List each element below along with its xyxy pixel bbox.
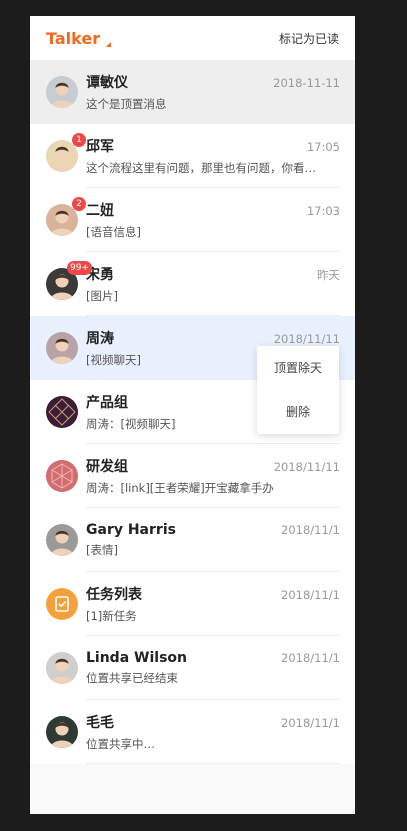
- contact-name: 谭敏仪: [86, 75, 128, 91]
- message-snippet: [语音信息]: [86, 225, 141, 239]
- avatar: [46, 652, 78, 684]
- message-time: 2018/11/11: [273, 332, 340, 346]
- conversation-header-row: 周涛 2018/11/11: [86, 328, 340, 348]
- unread-badge: 2: [72, 197, 86, 211]
- message-snippet: 周涛：[link][王者荣耀]开宝藏拿手办: [86, 481, 274, 495]
- contact-name: 周涛: [86, 331, 114, 347]
- caret-icon: [106, 41, 112, 47]
- conversation-header-row: 邱军 17:05: [86, 136, 340, 156]
- brand-title: Talker: [46, 28, 101, 48]
- conversation-header-row: Gary Harris 2018/11/1: [86, 522, 340, 538]
- conversation-body: Linda Wilson 2018/11/1 位置共享已经结束: [86, 650, 340, 686]
- message-time: 2018/11/1: [281, 588, 340, 602]
- conversation-body: 宋勇 昨天 [图片]: [86, 264, 340, 304]
- contact-name: 邱军: [86, 139, 114, 155]
- message-snippet: 位置共享已经结束: [86, 671, 178, 685]
- contact-name: 毛毛: [86, 715, 114, 731]
- conversation-body: 邱军 17:05 这个流程这里有问题，那里也有问题，你看…: [86, 136, 340, 176]
- contact-name: Gary Harris: [86, 522, 176, 538]
- message-snippet: 这个是顶置消息: [86, 97, 167, 111]
- conversation-header-row: 宋勇 昨天: [86, 264, 340, 284]
- conversation-item[interactable]: 1 邱军 17:05 这个流程这里有问题，那里也有问题，你看…: [30, 124, 355, 188]
- conversation-item[interactable]: 谭敏仪 2018-11-11 这个是顶置消息: [30, 60, 355, 124]
- conversation-header-row: 二妞 17:03: [86, 200, 340, 220]
- message-time: 2018/11/1: [281, 523, 340, 537]
- conversation-item[interactable]: Gary Harris 2018/11/1 [表情]: [30, 508, 355, 572]
- conversation-body: Gary Harris 2018/11/1 [表情]: [86, 522, 340, 558]
- message-snippet: [图片]: [86, 289, 118, 303]
- conversation-body: 研发组 2018/11/11 周涛：[link][王者荣耀]开宝藏拿手办: [86, 456, 340, 496]
- avatar: 1: [46, 133, 86, 172]
- mark-all-read-button[interactable]: 标记为已读: [279, 30, 339, 47]
- avatar: [46, 332, 78, 364]
- delete-menu-item[interactable]: 删除: [257, 390, 339, 434]
- avatar: [46, 460, 78, 492]
- conversation-item[interactable]: Linda Wilson 2018/11/1 位置共享已经结束: [30, 636, 355, 700]
- conversation-item[interactable]: 研发组 2018/11/11 周涛：[link][王者荣耀]开宝藏拿手办: [30, 444, 355, 508]
- contact-name: 任务列表: [86, 587, 142, 603]
- avatar: [46, 524, 78, 556]
- message-time: 2018/11/1: [281, 716, 340, 730]
- task-list-icon: [46, 588, 78, 620]
- avatar: [46, 716, 78, 748]
- message-time: 17:05: [306, 140, 340, 154]
- message-time: 2018/11/11: [273, 460, 340, 474]
- conversation-body: 二妞 17:03 [语音信息]: [86, 200, 340, 240]
- brand[interactable]: Talker: [46, 28, 112, 48]
- message-snippet: 这个流程这里有问题，那里也有问题，你看…: [86, 161, 316, 175]
- message-time: 2018-11-11: [273, 76, 340, 90]
- avatar: [46, 396, 78, 428]
- message-snippet: [1]新任务: [86, 609, 137, 623]
- context-menu: 顶置除天 删除: [257, 346, 339, 434]
- contact-name: Linda Wilson: [86, 650, 187, 666]
- unread-badge: 1: [72, 133, 86, 147]
- conversation-header-row: 谭敏仪 2018-11-11: [86, 72, 340, 92]
- unread-badge: 99+: [67, 261, 92, 275]
- chat-list-screen: Talker 标记为已读 谭敏仪 2018-11-11 这个是顶置消息 1 邱军 17:0…: [30, 16, 355, 814]
- conversation-body: 谭敏仪 2018-11-11 这个是顶置消息: [86, 72, 340, 112]
- avatar: 2: [46, 197, 86, 236]
- conversation-item[interactable]: 2 二妞 17:03 [语音信息]: [30, 188, 355, 252]
- header: Talker 标记为已读: [30, 16, 355, 60]
- message-snippet: 位置共享中…: [86, 737, 155, 751]
- message-snippet: [表情]: [86, 543, 118, 557]
- conversation-body: 任务列表 2018/11/1 [1]新任务: [86, 584, 340, 624]
- avatar: 99+: [46, 261, 92, 300]
- conversation-header-row: 毛毛 2018/11/1: [86, 712, 340, 732]
- unpin-menu-item[interactable]: 顶置除天: [257, 346, 339, 390]
- message-time: 17:03: [306, 204, 340, 218]
- avatar: [46, 76, 78, 108]
- contact-name: 研发组: [86, 459, 128, 475]
- conversation-header-row: Linda Wilson 2018/11/1: [86, 650, 340, 666]
- conversation-body: 毛毛 2018/11/1 位置共享中…: [86, 712, 340, 752]
- conversation-item[interactable]: 毛毛 2018/11/1 位置共享中…: [30, 700, 355, 764]
- conversation-header-row: 任务列表 2018/11/1: [86, 584, 340, 604]
- conversation-item[interactable]: 任务列表 2018/11/1 [1]新任务: [30, 572, 355, 636]
- contact-name: 二妞: [86, 203, 114, 219]
- conversation-item[interactable]: 99+ 宋勇 昨天 [图片]: [30, 252, 355, 316]
- conversation-header-row: 研发组 2018/11/11: [86, 456, 340, 476]
- message-time: 昨天: [317, 268, 340, 282]
- contact-name: 产品组: [86, 395, 128, 411]
- message-time: 2018/11/1: [281, 651, 340, 665]
